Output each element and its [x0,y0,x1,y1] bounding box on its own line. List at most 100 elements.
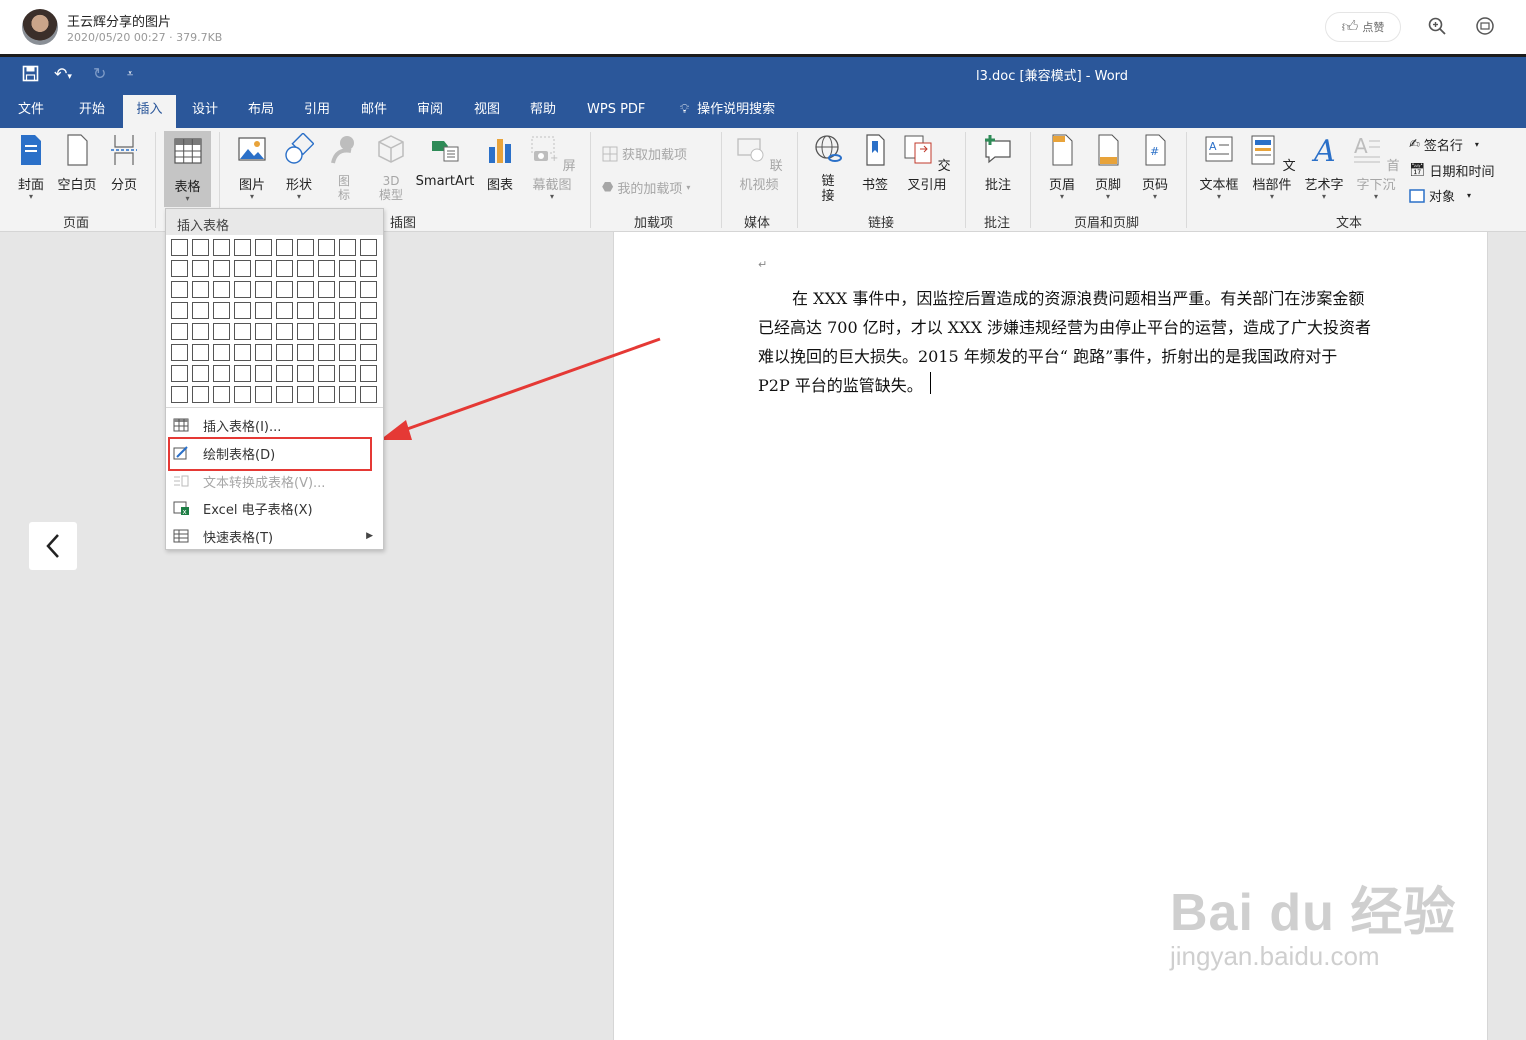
table-grid-cell[interactable] [192,344,209,361]
table-grid-cell[interactable] [171,260,188,277]
tab-layout[interactable]: 布局 [238,92,284,128]
table-grid-cell[interactable] [255,239,272,256]
table-grid-cell[interactable] [297,239,314,256]
footer-button[interactable]: 页脚 ▾ [1091,133,1125,201]
table-button[interactable]: 表格 ▾ [164,131,211,207]
page-break-button[interactable]: 分页 [107,133,141,193]
document-line[interactable]: 在 XXX 事件中，因监控后置造成的资源浪费问题相当严重。有关部门在涉案金额 [758,285,1364,309]
table-grid-cell[interactable] [339,239,356,256]
table-grid-cell[interactable] [192,260,209,277]
table-grid-cell[interactable] [360,344,377,361]
picture-button[interactable]: 图片 ▾ [233,133,271,201]
save-icon[interactable] [22,65,39,86]
page-number-button[interactable]: # 页码 ▾ [1138,133,1172,201]
table-grid-cell[interactable] [213,365,230,382]
table-grid-cell[interactable] [297,344,314,361]
table-grid-cell[interactable] [171,386,188,403]
shapes-button[interactable]: 形状 ▾ [280,132,318,201]
table-grid-cell[interactable] [276,323,293,340]
table-grid-cell[interactable] [255,344,272,361]
signature-line-button[interactable]: ✍︎ 签名行 ▾ [1409,135,1479,154]
table-grid-cell[interactable] [360,302,377,319]
table-grid-cell[interactable] [339,344,356,361]
table-grid-cell[interactable] [213,323,230,340]
table-grid-cell[interactable] [276,302,293,319]
cross-reference-button[interactable]: 交叉引用 [898,133,956,193]
chart-button[interactable]: 图表 [483,133,517,193]
table-grid-cell[interactable] [213,344,230,361]
tab-design[interactable]: 设计 [182,92,228,128]
table-grid-cell[interactable] [276,260,293,277]
table-grid-cell[interactable] [318,344,335,361]
table-grid-cell[interactable] [339,260,356,277]
table-grid-cell[interactable] [318,281,335,298]
tab-references[interactable]: 引用 [294,92,340,128]
table-grid-cell[interactable] [171,302,188,319]
table-grid-cell[interactable] [360,239,377,256]
table-grid-cell[interactable] [339,365,356,382]
table-grid-cell[interactable] [360,281,377,298]
table-grid-cell[interactable] [297,260,314,277]
document-line[interactable]: P2P 平台的监管缺失。 [758,372,923,396]
table-grid-cell[interactable] [192,239,209,256]
menu-item-insert-table[interactable]: 插入表格(I)... [166,412,383,438]
table-grid-cell[interactable] [234,239,251,256]
table-grid-cell[interactable] [234,260,251,277]
table-grid-cell[interactable] [213,260,230,277]
table-grid-cell[interactable] [213,386,230,403]
tab-file[interactable]: 文件 [8,92,54,128]
tab-insert[interactable]: 插入 [123,95,176,128]
table-grid-cell[interactable] [192,302,209,319]
table-grid-cell[interactable] [255,365,272,382]
menu-item-excel-spreadsheet[interactable]: x Excel 电子表格(X) [166,495,383,521]
table-grid-cell[interactable] [318,302,335,319]
customize-toolbar-icon[interactable]: ⩡ [127,65,133,83]
table-grid-cell[interactable] [360,365,377,382]
table-grid-cell[interactable] [171,344,188,361]
table-grid-cell[interactable] [360,260,377,277]
table-grid-cell[interactable] [171,323,188,340]
table-grid-cell[interactable] [339,302,356,319]
table-grid-cell[interactable] [192,365,209,382]
table-grid-cell[interactable] [318,365,335,382]
tab-view[interactable]: 视图 [464,92,510,128]
table-grid-cell[interactable] [318,239,335,256]
table-grid-cell[interactable] [234,386,251,403]
zoom-in-icon[interactable] [1426,16,1448,38]
previous-image-button[interactable] [29,522,77,570]
smartart-button[interactable]: SmartArt [415,133,475,189]
table-grid-cell[interactable] [318,260,335,277]
table-grid-cell[interactable] [276,281,293,298]
table-grid-cell[interactable] [276,386,293,403]
table-grid-cell[interactable] [276,365,293,382]
table-grid-cell[interactable] [255,260,272,277]
quick-parts-button[interactable]: 文档部件 ▾ [1244,133,1300,201]
table-grid-cell[interactable] [297,386,314,403]
blank-page-button[interactable]: 空白页 [56,133,98,193]
table-grid-cell[interactable] [234,281,251,298]
table-grid-cell[interactable] [339,281,356,298]
date-time-button[interactable]: 📅︎ 日期和时间 [1409,161,1495,180]
table-grid-cell[interactable] [297,302,314,319]
table-grid-cell[interactable] [213,281,230,298]
table-grid-cell[interactable] [234,302,251,319]
tab-home[interactable]: 开始 [69,92,115,128]
table-grid-cell[interactable] [255,323,272,340]
table-grid-cell[interactable] [171,239,188,256]
new-comment-button[interactable]: 批注 [978,133,1018,193]
tab-review[interactable]: 审阅 [407,92,453,128]
document-line[interactable]: 已经高达 700 亿时，才以 XXX 涉嫌违规经营为由停止平台的运营，造成了广大… [758,314,1371,338]
like-button[interactable]: 👍︎ 点赞 [1325,12,1401,42]
table-grid-cell[interactable] [255,386,272,403]
cover-page-button[interactable]: 封面 ▾ [14,133,48,201]
table-grid-cell[interactable] [213,302,230,319]
table-grid-cell[interactable] [192,386,209,403]
table-grid-cell[interactable] [255,302,272,319]
table-grid-cell[interactable] [234,344,251,361]
table-grid-cell[interactable] [276,239,293,256]
object-button[interactable]: 对象 ▾ [1409,186,1471,205]
table-grid-cell[interactable] [171,281,188,298]
header-button[interactable]: 页眉 ▾ [1045,133,1079,201]
tab-wps-pdf[interactable]: WPS PDF [577,92,655,128]
table-grid-cell[interactable] [360,386,377,403]
